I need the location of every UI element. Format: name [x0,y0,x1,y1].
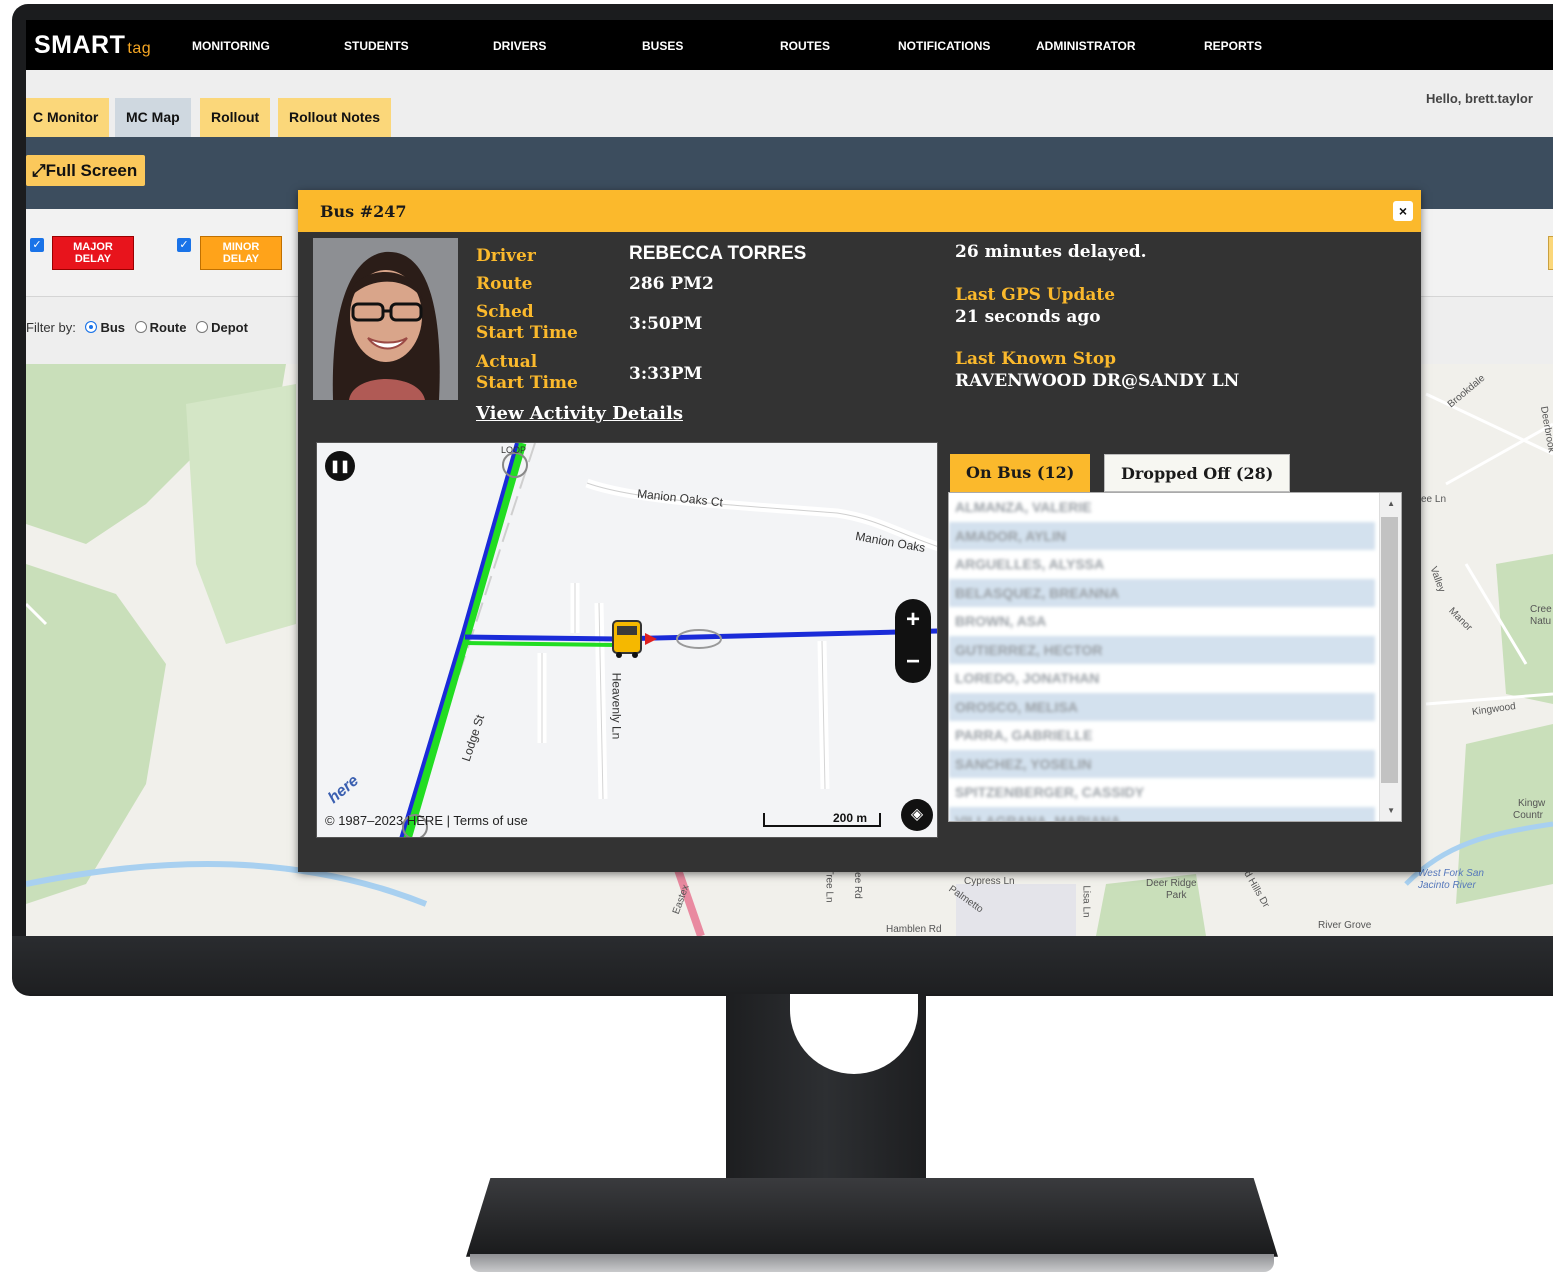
minimap-zoom-control: + − [895,599,931,683]
map-label-ee-rd: ee Rd [851,872,863,899]
minimap-roads [399,443,937,837]
filter-depot-label: Depot [211,320,248,335]
tab-mc-map[interactable]: MC Map [115,98,191,137]
map-label-deer-ridge: Deer Ridge [1146,878,1197,889]
driver-name: REBECCA TORRES [629,243,807,264]
student-list: ALMANZA, VALERIE AMADOR, AYLIN ARGUELLES… [948,492,1402,822]
student-row[interactable]: BELASQUEZ, BREANNA [949,578,1375,607]
student-row[interactable]: SPITZENBERGER, CASSIDY [949,778,1375,807]
nav-buses[interactable]: BUSES [642,39,683,53]
sched-start-label: Sched Start Time [476,302,578,343]
popup-title: Bus #247 [320,202,407,221]
student-row[interactable]: ARGUELLES, ALYSSA [949,550,1375,579]
major-delay-checkbox[interactable]: ✓ [30,238,44,252]
scrollbar-thumb[interactable] [1381,517,1398,783]
map-label-cypress-ln: Cypress Ln [964,876,1015,887]
student-list-scrollbar[interactable]: ▲ ▼ [1379,493,1401,821]
student-row[interactable]: PARRA, GABRIELLE [949,721,1375,750]
map-label-west-fork: West Fork San [1418,868,1484,879]
scroll-up-icon[interactable]: ▲ [1387,499,1395,508]
student-row[interactable]: SANCHEZ, YOSELIN [949,749,1375,778]
tab-rollout-notes[interactable]: Rollout Notes [278,98,391,137]
delay-status: 26 minutes delayed. [955,242,1147,262]
last-stop-label: Last Known Stop [955,349,1117,369]
full-screen-button[interactable]: ⤢Full Screen [26,155,146,186]
monitor-stand-base-edge [470,1254,1274,1272]
minimap-label-heavenly-ln: Heavenly Ln [609,672,624,740]
tab-rollout[interactable]: Rollout [200,98,271,137]
filter-depot-radio[interactable] [196,321,209,333]
smarttag-logo[interactable]: SMART tag [34,31,151,60]
view-activity-details-link[interactable]: View Activity Details [476,403,683,424]
minor-delay-checkbox[interactable]: ✓ [177,238,191,252]
nav-monitoring[interactable]: MONITORING [192,39,270,53]
minimap-label-loop: LOOP [501,445,527,455]
actual-start-value: 3:33PM [629,364,703,384]
map-label-river-grove: River Grove [1318,920,1372,931]
student-row[interactable]: OROSCO, MELISA [949,692,1375,721]
monitor-chin [12,936,1553,994]
zoom-in-icon[interactable]: + [895,599,931,641]
filter-bus-radio[interactable] [85,321,98,333]
nav-routes[interactable]: ROUTES [780,39,830,53]
actual-start-label: Actual Start Time [476,352,578,393]
expand-icon: ⤢ [32,161,46,180]
map-label-natu: Natu [1530,616,1552,627]
bus-details-popup: Bus #247 × Driver REBECCA TORRES Route 2… [298,190,1421,872]
map-label-hamblen-rd: Hamblen Rd [886,924,942,935]
student-row[interactable]: VILLAGRANA, MARIANA [949,806,1375,821]
student-row[interactable]: GUTIERREZ, HECTOR [949,635,1375,664]
map-label-park: Park [1166,890,1187,901]
map-label-cree: Cree [1530,604,1552,615]
tab-c-monitor[interactable]: C Monitor [26,98,110,137]
tab-dropped-off[interactable]: Dropped Off (28) [1104,454,1291,492]
minimap-copyright[interactable]: © 1987–2023 HERE | Terms of use [325,813,528,828]
popup-header: Bus #247 × [298,190,1421,232]
filter-route-label: Route [149,320,187,335]
map-label-kingw: Kingw [1518,798,1546,809]
filter-bus-label: Bus [100,320,126,335]
map-label-jacinto-river: Jacinto River [1418,880,1476,891]
user-greeting: Hello, brett.taylor [1426,91,1533,106]
map-label-ee-ln: ee Ln [1421,494,1447,505]
minor-delay-badge[interactable]: MINOR DELAY [200,236,282,270]
driver-photo [313,238,458,400]
filter-by-label: Filter by: [26,320,76,335]
nav-administrator[interactable]: ADMINISTRATOR [1036,39,1136,53]
nav-drivers[interactable]: DRIVERS [493,39,546,53]
student-row[interactable]: BROWN, ASA [949,607,1375,636]
gps-update-label: Last GPS Update [955,285,1116,305]
close-icon[interactable]: × [1393,201,1413,221]
nav-students[interactable]: STUDENTS [344,39,409,53]
minimap-scale-label: 200 m [833,811,868,825]
tab-on-bus[interactable]: On Bus (12) [950,454,1091,492]
nav-notifications[interactable]: NOTIFICATIONS [898,39,990,53]
student-row[interactable]: LOREDO, JONATHAN [949,664,1375,693]
map-label-country: Countr [1513,810,1544,821]
pause-icon[interactable]: ❚❚ [325,451,355,481]
driver-label: Driver [476,246,536,266]
student-row[interactable]: ALMANZA, VALERIE [949,493,1375,522]
delay-filter-edge-button[interactable] [1548,236,1553,270]
map-label-tree-ln: Tree Ln [823,868,835,903]
sched-start-value: 3:50PM [629,314,703,334]
route-label: Route [476,274,533,294]
scroll-down-icon[interactable]: ▼ [1387,806,1395,815]
route-value: 286 PM2 [629,274,714,294]
map-label-lisa-ln: Lisa Ln [1080,885,1092,918]
filter-by-bar: Filter by: Bus Route Depot [26,320,248,335]
student-row[interactable]: AMADOR, AYLIN [949,521,1375,550]
nav-reports[interactable]: REPORTS [1204,39,1262,53]
zoom-out-icon[interactable]: − [895,641,931,683]
filter-route-radio[interactable] [134,321,147,333]
bus-route-minimap[interactable]: Manion Oaks Ct Manion Oaks Lodge St Heav… [316,442,938,838]
gps-update-value: 21 seconds ago [955,307,1101,327]
top-navbar: SMART tag MONITORING STUDENTS DRIVERS BUS… [26,20,1553,70]
major-delay-badge[interactable]: MAJOR DELAY [52,236,134,270]
layers-icon[interactable]: ◈ [901,799,933,831]
last-stop-value: RAVENWOOD DR@SANDY LN [955,371,1240,391]
